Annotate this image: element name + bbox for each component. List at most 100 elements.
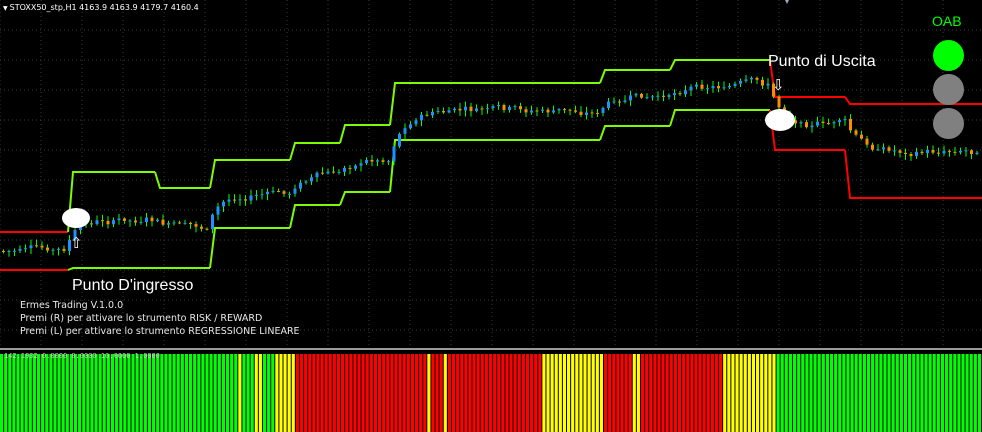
signal-bar [899, 354, 903, 432]
candle-body [282, 191, 286, 194]
candle-body [321, 172, 324, 174]
signal-bar [262, 354, 267, 432]
candle-body [51, 249, 55, 251]
candle-body [843, 118, 847, 121]
signal-bar [217, 354, 221, 432]
channel-upper-segment [599, 69, 670, 84]
signal-bar [406, 354, 410, 432]
signal-bar [156, 354, 160, 432]
candle-body [541, 109, 544, 111]
candle-body [464, 106, 467, 111]
candle-body [832, 122, 836, 124]
signal-bar [731, 354, 735, 432]
signal-bar [686, 354, 690, 432]
signal-bar [525, 354, 530, 432]
down-arrow-icon: ⇩ [772, 76, 785, 94]
candle-body [530, 110, 533, 113]
signal-bar [16, 354, 20, 432]
signal-bar [949, 354, 953, 432]
signal-bar [702, 354, 706, 432]
signal-bar [28, 354, 32, 432]
signal-bar [768, 354, 772, 432]
candle-body [898, 150, 902, 153]
signal-bar [965, 354, 969, 432]
signal-bar [603, 354, 608, 432]
signal-bar [809, 354, 813, 432]
signal-bar [801, 354, 805, 432]
signal-bar [90, 354, 94, 432]
signal-bar [505, 354, 509, 432]
signal-bar [45, 354, 49, 432]
signal-bar [373, 354, 378, 432]
candle-body [222, 201, 225, 207]
signal-bar [225, 354, 230, 432]
up-arrow-icon: ⇧ [70, 234, 83, 252]
candle-body [326, 171, 330, 174]
candle-body [893, 150, 896, 152]
candle-body [744, 79, 748, 81]
signal-bar [427, 354, 431, 432]
candle-body [920, 151, 924, 154]
signal-bar [575, 354, 579, 432]
signal-bar [509, 354, 513, 432]
candle-body [117, 218, 121, 221]
signal-bar [936, 354, 940, 432]
signal-bar [20, 354, 24, 432]
candle-body [381, 160, 385, 162]
signal-bar [957, 354, 961, 432]
candle-body [29, 245, 33, 249]
signal-bar [542, 354, 546, 432]
channel-lower-segment [599, 125, 670, 141]
candle-body [777, 96, 781, 108]
signal-bar [961, 354, 965, 432]
signal-bar [94, 354, 98, 432]
signal-bar [924, 354, 928, 432]
signal-bar [8, 354, 12, 432]
candle-body [35, 245, 38, 247]
signal-bar [554, 354, 558, 432]
candle-body [557, 109, 561, 111]
indicator-subpanel[interactable] [0, 350, 982, 432]
candle-body [337, 171, 341, 173]
candle-body [612, 101, 616, 103]
signal-bar [49, 354, 53, 432]
candle-body [524, 109, 528, 113]
candle-body [821, 121, 825, 124]
signal-bar [127, 354, 131, 432]
signal-bar [612, 354, 616, 432]
signal-bar [414, 354, 419, 432]
candle-body [288, 193, 291, 195]
candle-body [216, 206, 220, 215]
signal-bar [850, 354, 854, 432]
info-line-regression: Premi (L) per attivare lo strumento REGR… [20, 326, 300, 337]
signal-bar [583, 354, 587, 432]
channel-lower-segment [339, 191, 390, 206]
signal-bar [743, 354, 747, 432]
candle-body [634, 93, 638, 96]
candle-body [871, 144, 874, 150]
signal-bar [953, 354, 957, 432]
candle-body [271, 191, 275, 193]
signal-bar [4, 354, 8, 432]
indicator-info: Ermes Trading V.1.0.0 Premi (R) per atti… [20, 299, 300, 338]
collapse-triangle-icon[interactable]: ▼ [3, 5, 8, 12]
signal-bar [714, 354, 719, 432]
signal-lamp-gray [933, 74, 964, 105]
signal-bar [706, 354, 710, 432]
candle-body [123, 218, 126, 221]
candle-body [601, 108, 605, 114]
signal-bar [353, 354, 357, 432]
exit-point-label: Punto di Uscita [768, 53, 876, 70]
signal-bar [291, 354, 295, 432]
candle-body [134, 220, 137, 223]
subpanel-info: 142.1932 0.0000 0.0000 10.0000 1.0000 [4, 352, 160, 360]
candle-body [502, 104, 506, 111]
candle-body [860, 134, 863, 139]
candle-body [112, 220, 115, 225]
candle-body [755, 77, 759, 80]
signal-bar [115, 354, 119, 432]
channel-upper-segment [209, 159, 290, 189]
candle-body [24, 248, 27, 250]
signal-bar [624, 354, 628, 432]
signal-bar [119, 354, 123, 432]
